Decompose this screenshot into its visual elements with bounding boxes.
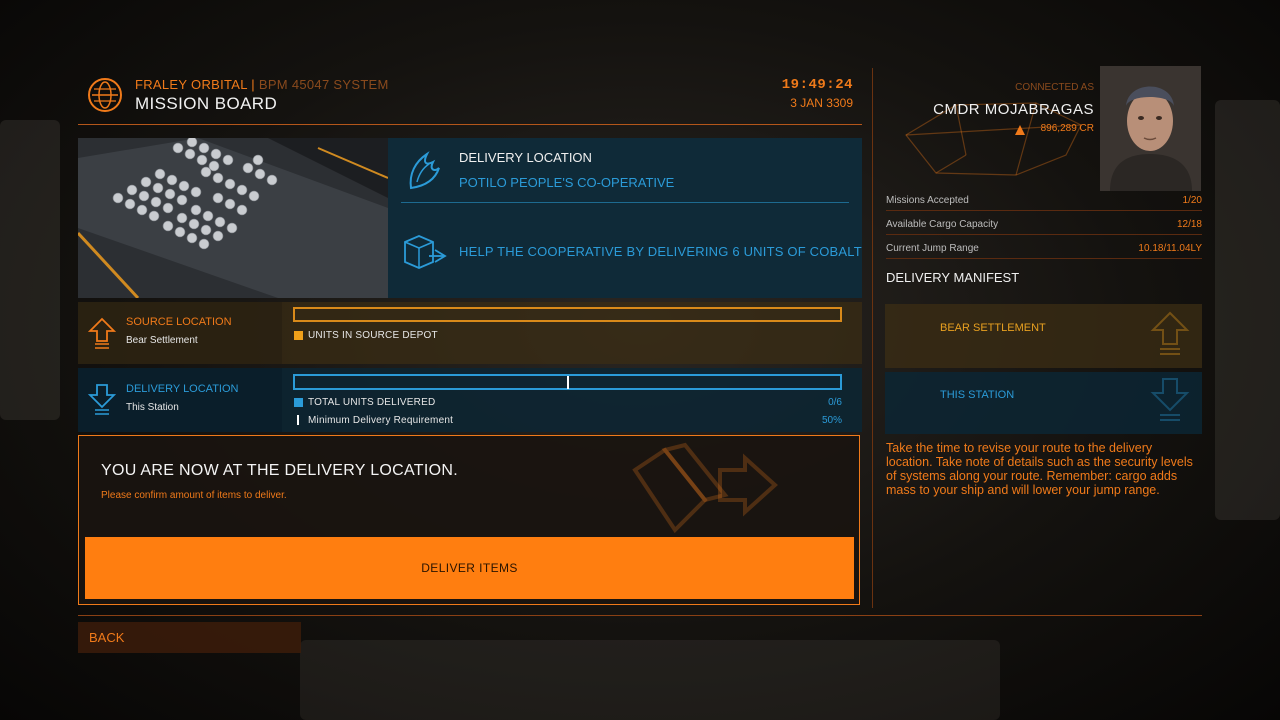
prompt-subtitle: Please confirm amount of items to delive…: [101, 490, 287, 501]
minimum-legend-marker: [297, 415, 299, 425]
source-location-title: SOURCE LOCATION: [126, 316, 232, 328]
header-separator: |: [251, 77, 255, 92]
connected-as-label: CONNECTED AS: [1015, 82, 1094, 93]
manifest-source-label: BEAR SETTLEMENT: [940, 322, 1046, 334]
station-system-label: FRALEY ORBITAL | BPM 45047 SYSTEM: [135, 77, 389, 92]
stat-missions-accepted: Missions Accepted 1/20: [886, 192, 1202, 211]
hangar-wall-right: [1215, 100, 1280, 520]
route-tip: Take the time to revise your route to th…: [886, 441, 1193, 497]
delivery-location-name: This Station: [126, 402, 179, 413]
cargo-box-icon: [401, 232, 451, 277]
mission-description: HELP THE COOPERATIVE BY DELIVERING 6 UNI…: [459, 244, 862, 259]
system-name: BPM 45047 SYSTEM: [258, 77, 389, 92]
prompt-title: YOU ARE NOW AT THE DELIVERY LOCATION.: [101, 462, 458, 479]
clock: 19:49:24: [781, 77, 853, 93]
mission-info-divider: [401, 202, 849, 203]
source-location-name: Bear Settlement: [126, 335, 198, 346]
source-legend-label: UNITS IN SOURCE DEPOT: [308, 330, 438, 341]
minimum-value: 50%: [821, 415, 842, 426]
page-title: MISSION BOARD: [135, 94, 278, 113]
stat-label: Current Jump Range: [886, 243, 979, 254]
manifest-down-arrow-icon: [1150, 376, 1190, 433]
stat-jump-range: Current Jump Range 10.18/11.04LY: [886, 240, 1202, 259]
back-button[interactable]: BACK: [78, 622, 301, 653]
delivered-value: 0/6: [828, 397, 842, 408]
hangar-wall-left: [0, 120, 60, 420]
deliver-items-button[interactable]: DELIVER ITEMS: [85, 537, 854, 599]
manifest-destination-label: THIS STATION: [940, 389, 1015, 401]
stat-value: 1/20: [1182, 195, 1202, 206]
stat-cargo-capacity: Available Cargo Capacity 12/18: [886, 216, 1202, 235]
delivered-legend-label: TOTAL UNITS DELIVERED: [308, 397, 436, 408]
commander-avatar: [1100, 66, 1201, 191]
cargo-image: [78, 138, 388, 298]
hangar-floor: [300, 640, 1000, 720]
date: 3 JAN 3309: [790, 96, 853, 110]
source-legend-swatch: [294, 331, 303, 340]
up-arrow-icon: [87, 317, 117, 356]
header-divider: [78, 124, 862, 125]
stat-value: 12/18: [1176, 219, 1202, 230]
stat-label: Missions Accepted: [886, 195, 969, 206]
globe-icon: [88, 78, 122, 112]
source-depot-bar: [293, 307, 842, 322]
delivery-location-title: DELIVERY LOCATION: [126, 383, 239, 395]
right-panel-divider: [872, 68, 873, 608]
credits-balance: 896,289 CR: [1040, 123, 1094, 134]
delivery-location-label: DELIVERY LOCATION: [459, 150, 592, 165]
faction-logo-icon: [405, 148, 443, 197]
stat-label: Available Cargo Capacity: [886, 219, 999, 230]
commander-name: CMDR MOJABRAGAS: [933, 101, 1094, 118]
manifest-up-arrow-icon: [1150, 310, 1190, 367]
faction-name: POTILO PEOPLE'S CO-OPERATIVE: [459, 175, 675, 190]
stat-value: 10.18/11.04LY: [1138, 243, 1202, 254]
delivery-manifest-title: DELIVERY MANIFEST: [886, 270, 1020, 285]
minimum-requirement-marker: [567, 376, 569, 389]
minimum-legend-label: Minimum Delivery Requirement: [308, 415, 454, 426]
delivered-legend-swatch: [294, 398, 303, 407]
footer-divider: [78, 615, 1202, 616]
station-name: FRALEY ORBITAL: [135, 77, 248, 92]
down-arrow-icon: [87, 383, 117, 422]
deliver-cargo-watermark-icon: [625, 440, 785, 545]
